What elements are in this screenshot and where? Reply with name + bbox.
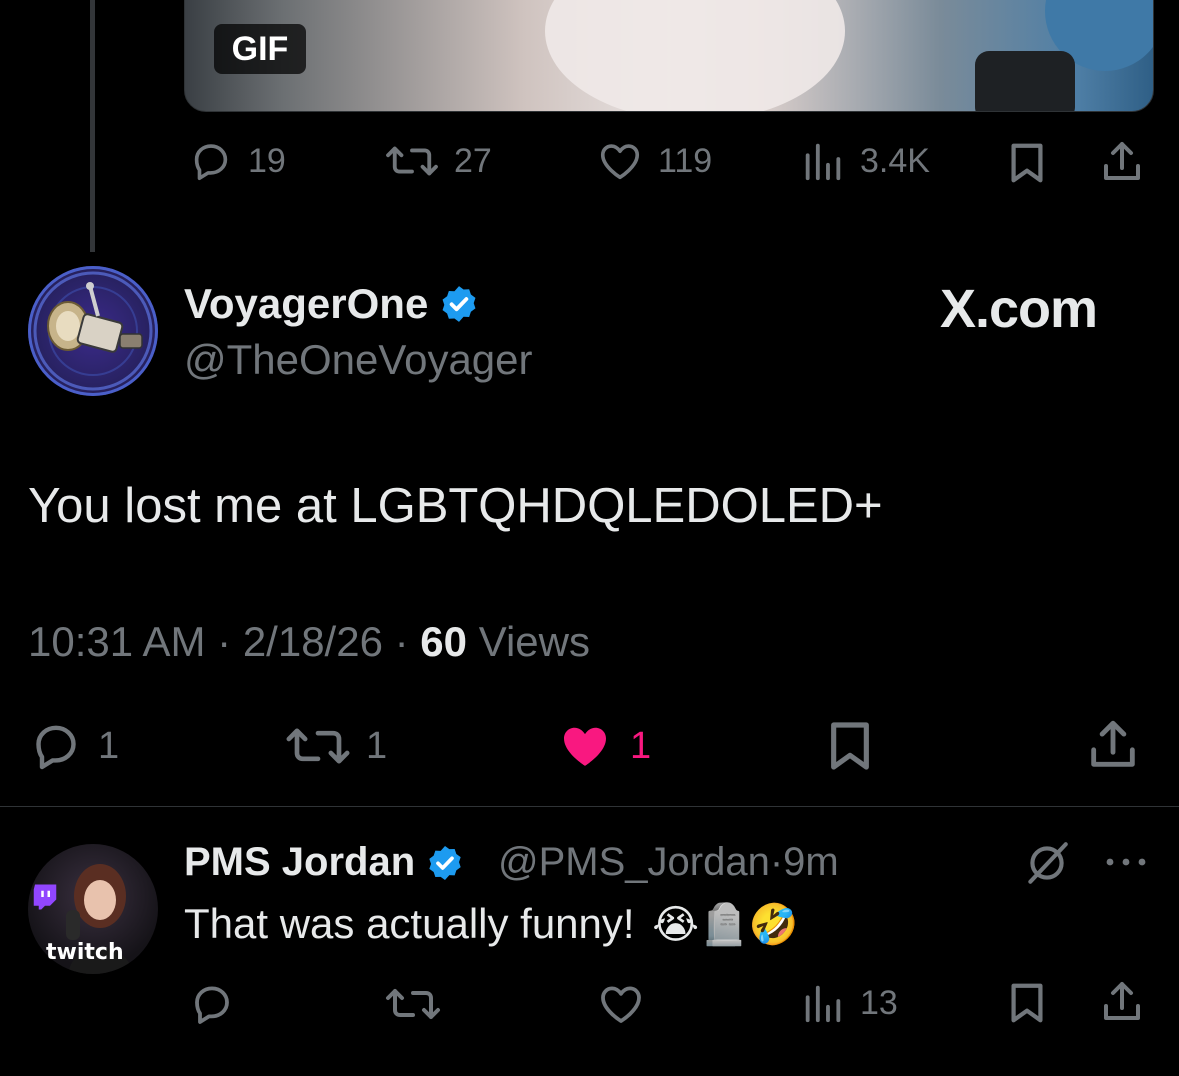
bookmark-button[interactable]	[1004, 980, 1050, 1026]
like-action[interactable]: 1	[554, 718, 651, 774]
views-action[interactable]: 13	[800, 980, 898, 1026]
reply-action[interactable]: 1	[28, 718, 119, 774]
views-action[interactable]: 3.4K	[800, 138, 930, 184]
verified-badge-icon	[429, 845, 461, 880]
repost-action[interactable]	[384, 980, 442, 1028]
display-name[interactable]: VoyagerOne	[184, 280, 480, 328]
more-options-button[interactable]	[1102, 850, 1150, 874]
tweet-media-gif[interactable]	[184, 0, 1154, 112]
repost-icon	[286, 728, 350, 764]
twitch-label: twitch	[46, 940, 124, 965]
share-button[interactable]	[1098, 138, 1146, 186]
bookmark-icon	[1011, 143, 1043, 183]
analytics-icon	[805, 143, 841, 181]
bookmark-button[interactable]	[822, 718, 878, 774]
reply-count: 1	[98, 724, 120, 767]
tweet-text: You lost me at LGBTQHDQLEDOLED+	[28, 479, 883, 533]
reply-action[interactable]: 19	[188, 138, 286, 184]
display-name-text: PMS Jordan	[184, 840, 416, 884]
like-count: 1	[630, 724, 652, 767]
reply-count: 19	[248, 141, 286, 180]
like-action[interactable]: 119	[596, 138, 712, 184]
share-icon	[1091, 720, 1135, 767]
reply-emoji: 😭🪦🤣	[652, 902, 799, 948]
twitch-logo-icon	[30, 882, 60, 912]
analytics-icon	[805, 985, 841, 1023]
views-count: 13	[860, 983, 898, 1022]
share-button[interactable]	[1098, 978, 1146, 1026]
reply-text-body: That was actually funny!	[184, 900, 635, 947]
meta-separator: ·	[769, 840, 784, 884]
satellite-icon	[33, 271, 153, 391]
more-icon	[1106, 858, 1146, 866]
reply-time[interactable]: 9m	[783, 840, 839, 884]
share-icon	[1104, 982, 1140, 1020]
thread-line	[90, 0, 95, 252]
repost-count: 1	[366, 724, 388, 767]
views-number: 60	[420, 618, 468, 665]
meta-separator: ·	[394, 618, 409, 665]
views-label: Views	[478, 618, 590, 665]
reply-icon	[194, 144, 228, 181]
avatar[interactable]	[28, 266, 158, 396]
brand-watermark: X.com	[940, 279, 1098, 339]
heart-icon	[600, 144, 640, 180]
tweet-date[interactable]: 2/18/26	[243, 618, 383, 665]
grok-icon	[1028, 842, 1068, 884]
verified-badge-icon	[442, 286, 476, 322]
handle[interactable]: @PMS_Jordan	[498, 840, 770, 884]
heart-filled-icon	[564, 727, 606, 766]
bookmark-icon	[831, 722, 869, 770]
tweet-time[interactable]: 10:31 AM	[28, 618, 205, 665]
grok-button[interactable]	[1022, 838, 1072, 888]
bookmark-button[interactable]	[1004, 140, 1050, 186]
like-count: 119	[658, 141, 713, 180]
repost-icon	[386, 146, 438, 176]
share-icon	[1104, 142, 1140, 180]
like-action[interactable]	[596, 980, 646, 1028]
repost-action[interactable]: 1	[284, 718, 387, 774]
reply-text: That was actually funny! 😭🪦🤣	[184, 900, 799, 948]
divider	[0, 806, 1179, 807]
reply-icon	[195, 986, 229, 1024]
display-name-text: VoyagerOne	[184, 280, 429, 327]
repost-icon	[386, 989, 440, 1019]
tweet-meta: 10:31 AM · 2/18/26 · 60 Views	[28, 618, 590, 666]
reply-icon	[36, 725, 76, 770]
repost-count: 27	[454, 141, 492, 180]
meta-separator: ·	[217, 618, 232, 665]
views-count: 3.4K	[860, 141, 930, 180]
handle[interactable]: @TheOneVoyager	[184, 336, 533, 384]
repost-action[interactable]: 27	[384, 138, 492, 184]
share-button[interactable]	[1084, 716, 1142, 774]
reply-action[interactable]	[188, 980, 236, 1028]
gif-badge: GIF	[214, 24, 306, 74]
bookmark-icon	[1011, 983, 1043, 1023]
reply-handle-time: @PMS_Jordan·9m	[498, 840, 839, 885]
heart-icon	[601, 986, 641, 1023]
display-name[interactable]: PMS Jordan	[184, 840, 465, 885]
